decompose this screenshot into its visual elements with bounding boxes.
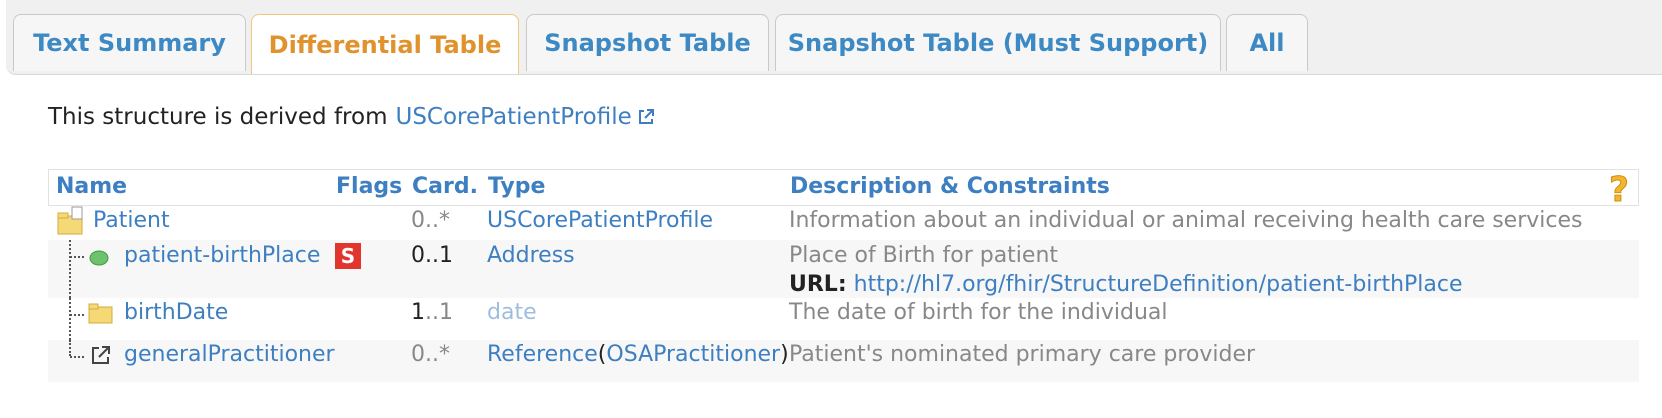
url-label: URL: [789, 272, 847, 297]
tree-branch [70, 256, 84, 258]
description: Patient's nominated primary care provide… [789, 342, 1256, 367]
card-cell: 0..1 [411, 243, 453, 268]
tree-line [69, 298, 71, 340]
card-cell: 0..* [411, 342, 450, 367]
description: Information about an individual or anima… [789, 208, 1583, 233]
table-row: patient-birthPlace S 0..1 Address Place … [48, 240, 1639, 298]
must-support-flag: S [335, 243, 361, 269]
external-link-icon[interactable] [636, 107, 656, 127]
tree-line [69, 240, 71, 298]
tab-differential-table[interactable]: Differential Table [251, 14, 519, 74]
tab-text-summary[interactable]: Text Summary [13, 14, 246, 71]
svg-text:?: ? [1609, 172, 1629, 206]
element-name[interactable]: patient-birthPlace [124, 243, 320, 268]
reference-target-link[interactable]: OSAPractitioner [606, 342, 780, 367]
table-header: Name Flags Card. Type Description & Cons… [48, 170, 1639, 206]
table-row: birthDate 1..1 date The date of birth fo… [48, 298, 1639, 340]
extension-url-link[interactable]: http://hl7.org/fhir/StructureDefinition/… [854, 272, 1463, 297]
tab-snapshot-table-must-support[interactable]: Snapshot Table (Must Support) [775, 14, 1221, 71]
folder-icon [57, 206, 83, 235]
type-reference: Reference(OSAPractitioner) [487, 342, 789, 367]
type-link[interactable]: Address [487, 243, 575, 268]
tree-line [69, 340, 71, 356]
folder-icon [88, 303, 113, 324]
tab-all[interactable]: All [1226, 14, 1308, 71]
element-name[interactable]: birthDate [124, 300, 228, 325]
tree-branch [70, 314, 84, 316]
description: The date of birth for the individual [789, 300, 1168, 325]
type-link[interactable]: date [487, 300, 537, 325]
card-cell: 1..1 [411, 300, 453, 325]
question-mark-icon[interactable]: ? [1604, 172, 1634, 206]
element-name[interactable]: generalPractitioner [124, 342, 335, 367]
extension-url-line: URL: http://hl7.org/fhir/StructureDefini… [789, 272, 1463, 297]
header-name: Name [56, 174, 128, 199]
tab-snapshot-table[interactable]: Snapshot Table [526, 14, 769, 71]
base-profile-link[interactable]: USCorePatientProfile [395, 104, 631, 130]
header-card: Card. [412, 174, 478, 199]
reference-type-link[interactable]: Reference [487, 342, 598, 367]
header-description: Description & Constraints [790, 174, 1110, 199]
table-row: Patient 0..* USCorePatientProfile Inform… [48, 206, 1639, 240]
tab-bar: Text Summary Differential Table Snapshot… [6, 0, 1662, 75]
differential-table: Name Flags Card. Type Description & Cons… [48, 169, 1639, 382]
type-link[interactable]: USCorePatientProfile [487, 208, 713, 233]
extension-icon [89, 250, 109, 266]
header-flags: Flags [336, 174, 403, 199]
tree-branch [70, 356, 84, 358]
element-name[interactable]: Patient [93, 208, 170, 233]
table-row: generalPractitioner 0..* Reference(OSAPr… [48, 340, 1639, 382]
reference-icon [92, 346, 110, 364]
derived-from-line: This structure is derived from USCorePat… [48, 104, 656, 130]
header-type: Type [488, 174, 546, 199]
card-cell: 0..* [411, 208, 450, 233]
description: Place of Birth for patient [789, 243, 1059, 268]
derived-from-text: This structure is derived from [48, 104, 388, 130]
